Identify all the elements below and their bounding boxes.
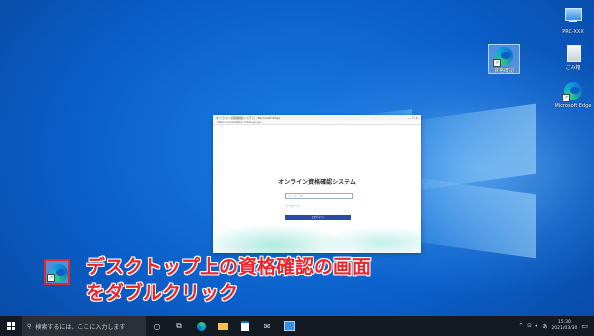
recycle-bin-icon bbox=[562, 42, 584, 64]
taskbar-search-box[interactable]: ⚲ 検索するには、ここに入力します bbox=[22, 316, 146, 336]
window-controls[interactable]: — ☐ ✕ bbox=[408, 116, 418, 120]
start-button[interactable] bbox=[0, 316, 22, 336]
chevron-up-icon[interactable]: ^ bbox=[519, 323, 523, 329]
login-page: オンライン資格確認システム ユーザーID パスワード ログイン bbox=[213, 125, 421, 253]
desktop-icon-label: ごみ箱 bbox=[565, 65, 581, 71]
desktop-icon-label: PRC-XXX bbox=[562, 29, 584, 35]
volume-icon[interactable]: 🔈︎ bbox=[535, 323, 538, 329]
password-hint: パスワード bbox=[285, 204, 301, 208]
mail-icon[interactable]: ✉ bbox=[256, 316, 278, 336]
cortana-icon[interactable]: ○ bbox=[146, 316, 168, 336]
login-button[interactable]: ログイン bbox=[285, 215, 351, 220]
file-explorer-icon[interactable] bbox=[212, 316, 234, 336]
desktop-icon-shikaku[interactable]: ↗ 資格確認 bbox=[488, 44, 520, 74]
windows-logo-icon bbox=[7, 322, 15, 330]
user-id-placeholder: ユーザーID bbox=[288, 194, 304, 198]
address-text: https://onshikaku.mhlw.go.jp/... bbox=[217, 120, 264, 124]
app-title: オンライン資格確認システム bbox=[278, 179, 356, 186]
desktop-icon-recycle-bin[interactable]: ごみ箱 bbox=[553, 42, 593, 71]
network-icon[interactable]: ⊡ bbox=[527, 323, 531, 329]
desktop-icon-pc[interactable]: PRC-XXX bbox=[553, 6, 593, 35]
search-icon: ⚲ bbox=[27, 322, 32, 330]
desktop-icon-label: 資格確認 bbox=[493, 68, 514, 74]
edge-shortcut-icon: ↗ bbox=[493, 45, 515, 67]
user-id-field[interactable]: ユーザーID bbox=[285, 193, 353, 199]
desktop-icon-label: Microsoft Edge bbox=[554, 103, 592, 109]
edge-taskbar-icon[interactable] bbox=[190, 316, 212, 336]
edge-icon: ↗ bbox=[562, 80, 584, 102]
instruction-text: デスクトップ上の資格確認の画面 をダブルクリック bbox=[86, 254, 371, 306]
wallpaper-beam bbox=[416, 103, 536, 191]
browser-window[interactable]: オンライン資格確認システム - Microsoft Edge — ☐ ✕ htt… bbox=[213, 115, 421, 253]
instruction-line-2: をダブルクリック bbox=[86, 282, 239, 304]
photos-icon[interactable] bbox=[278, 316, 300, 336]
task-view-icon[interactable]: ⧉ bbox=[168, 316, 190, 336]
clock[interactable]: 15:30 2021/03/30 bbox=[551, 320, 577, 332]
store-icon[interactable] bbox=[234, 316, 256, 336]
callout-shortcut-icon: ↗ bbox=[44, 259, 70, 285]
window-title: オンライン資格確認システム - Microsoft Edge bbox=[216, 115, 281, 120]
instruction-line-1: デスクトップ上の資格確認の画面 bbox=[86, 256, 372, 278]
system-tray: ^ ⊡ 🔈︎ あ 15:30 2021/03/30 ▭ bbox=[519, 316, 594, 336]
taskbar: ⚲ 検索するには、ここに入力します ○ ⧉ ✉ ^ ⊡ 🔈︎ あ 15:30 2… bbox=[0, 316, 594, 336]
search-placeholder: 検索するには、ここに入力します bbox=[35, 323, 126, 331]
notification-icon[interactable]: ▭ bbox=[581, 322, 588, 330]
ime-indicator[interactable]: あ bbox=[542, 323, 547, 330]
this-pc-icon bbox=[562, 6, 584, 28]
desktop-icon-edge[interactable]: ↗ Microsoft Edge bbox=[553, 80, 593, 109]
desktop: ↗ 資格確認 PRC-XXX ごみ箱 ↗ Microsoft Edge オンライ… bbox=[0, 0, 594, 316]
wallpaper-beam bbox=[416, 177, 536, 259]
clock-date: 2021/03/30 bbox=[551, 326, 578, 331]
